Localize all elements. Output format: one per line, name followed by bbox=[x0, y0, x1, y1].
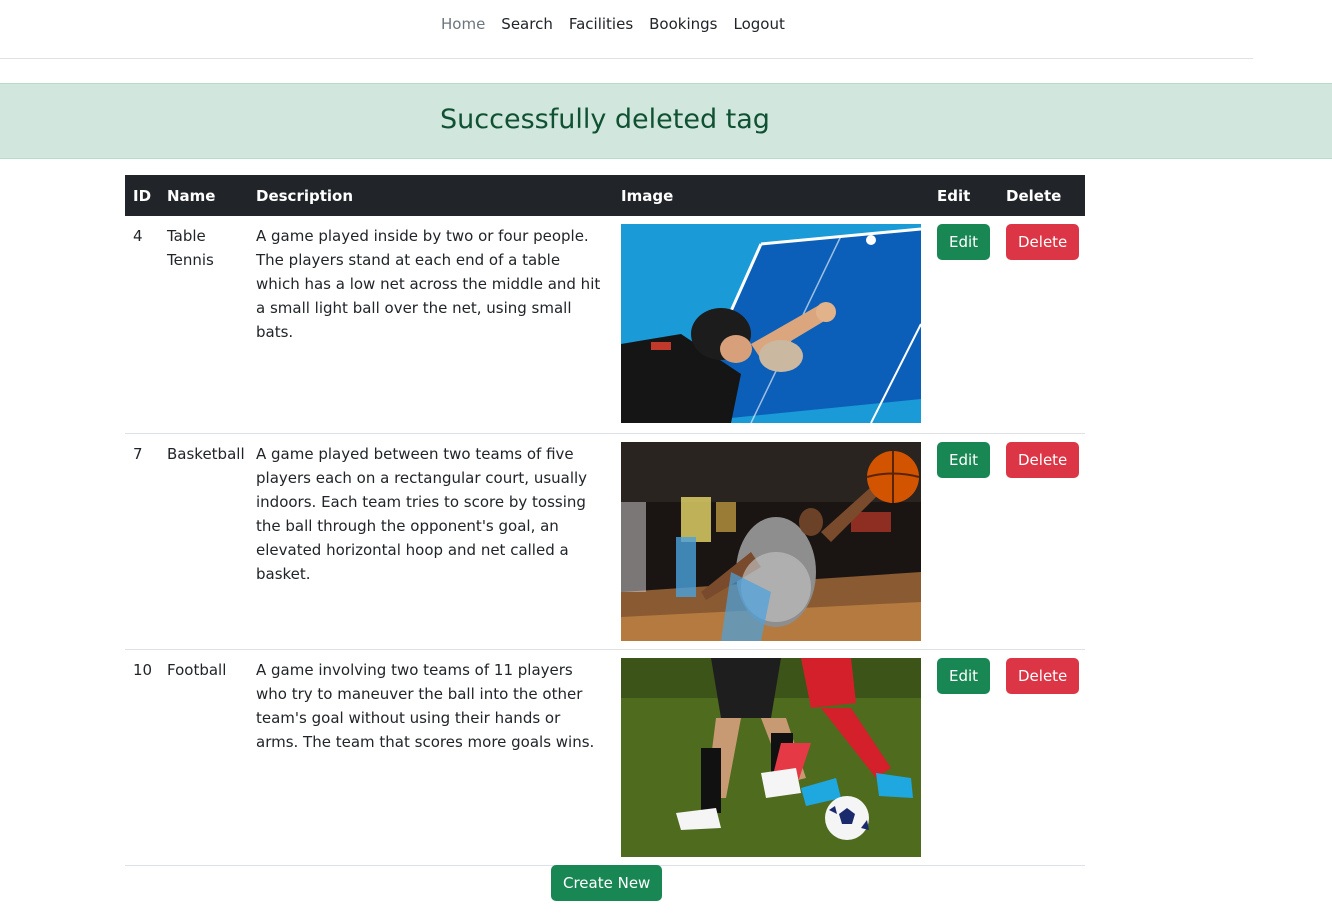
cell-image bbox=[613, 216, 929, 434]
edit-button[interactable]: Edit bbox=[937, 657, 991, 694]
table-row: 7 Basketball A game played between two t… bbox=[125, 433, 1085, 650]
cell-id: 4 bbox=[125, 216, 159, 434]
table-row: 4 Table Tennis A game played inside by t… bbox=[125, 216, 1085, 434]
top-navbar: Home Search Facilities Bookings Logout bbox=[0, 0, 1253, 59]
table-row: 10 Football A game involving two teams o… bbox=[125, 649, 1085, 866]
cell-edit: Edit bbox=[929, 649, 998, 866]
nav-facilities-link[interactable]: Facilities bbox=[561, 13, 641, 35]
nav-home-link[interactable]: Home bbox=[433, 13, 493, 35]
header-id: ID bbox=[125, 175, 159, 216]
delete-button[interactable]: Delete bbox=[1006, 657, 1080, 694]
header-name: Name bbox=[159, 175, 248, 216]
cell-description: A game played between two teams of five … bbox=[248, 433, 613, 650]
header-edit: Edit bbox=[929, 175, 998, 216]
cell-id: 10 bbox=[125, 649, 159, 866]
cell-image bbox=[613, 433, 929, 650]
delete-button[interactable]: Delete bbox=[1006, 441, 1080, 478]
cell-delete: Delete bbox=[998, 216, 1085, 434]
create-new-button[interactable]: Create New bbox=[551, 865, 663, 901]
edit-button[interactable]: Edit bbox=[937, 441, 991, 478]
cell-description: A game played inside by two or four peop… bbox=[248, 216, 613, 434]
edit-button[interactable]: Edit bbox=[937, 224, 991, 260]
cell-description: A game involving two teams of 11 players… bbox=[248, 649, 613, 866]
success-alert: Successfully deleted tag bbox=[0, 83, 1332, 159]
cell-name: Football bbox=[159, 649, 248, 866]
cell-name: Basketball bbox=[159, 433, 248, 650]
delete-button[interactable]: Delete bbox=[1006, 224, 1080, 260]
table-tennis-image bbox=[621, 224, 921, 423]
facilities-table: ID Name Description Image Edit Delete 4 … bbox=[125, 175, 1085, 866]
cell-edit: Edit bbox=[929, 216, 998, 434]
header-delete: Delete bbox=[998, 175, 1085, 216]
cell-delete: Delete bbox=[998, 649, 1085, 866]
cell-edit: Edit bbox=[929, 433, 998, 650]
nav-search-link[interactable]: Search bbox=[493, 13, 561, 35]
alert-message: Successfully deleted tag bbox=[440, 104, 770, 135]
header-description: Description bbox=[248, 175, 613, 216]
cell-name: Table Tennis bbox=[159, 216, 248, 434]
header-image: Image bbox=[613, 175, 929, 216]
table-header-row: ID Name Description Image Edit Delete bbox=[125, 175, 1085, 216]
basketball-image bbox=[621, 441, 921, 641]
football-image bbox=[621, 657, 921, 857]
cell-delete: Delete bbox=[998, 433, 1085, 650]
cell-image bbox=[613, 649, 929, 866]
nav-links: Home Search Facilities Bookings Logout bbox=[433, 13, 793, 35]
nav-logout-link[interactable]: Logout bbox=[725, 13, 792, 35]
cell-id: 7 bbox=[125, 433, 159, 650]
nav-bookings-link[interactable]: Bookings bbox=[641, 13, 725, 35]
